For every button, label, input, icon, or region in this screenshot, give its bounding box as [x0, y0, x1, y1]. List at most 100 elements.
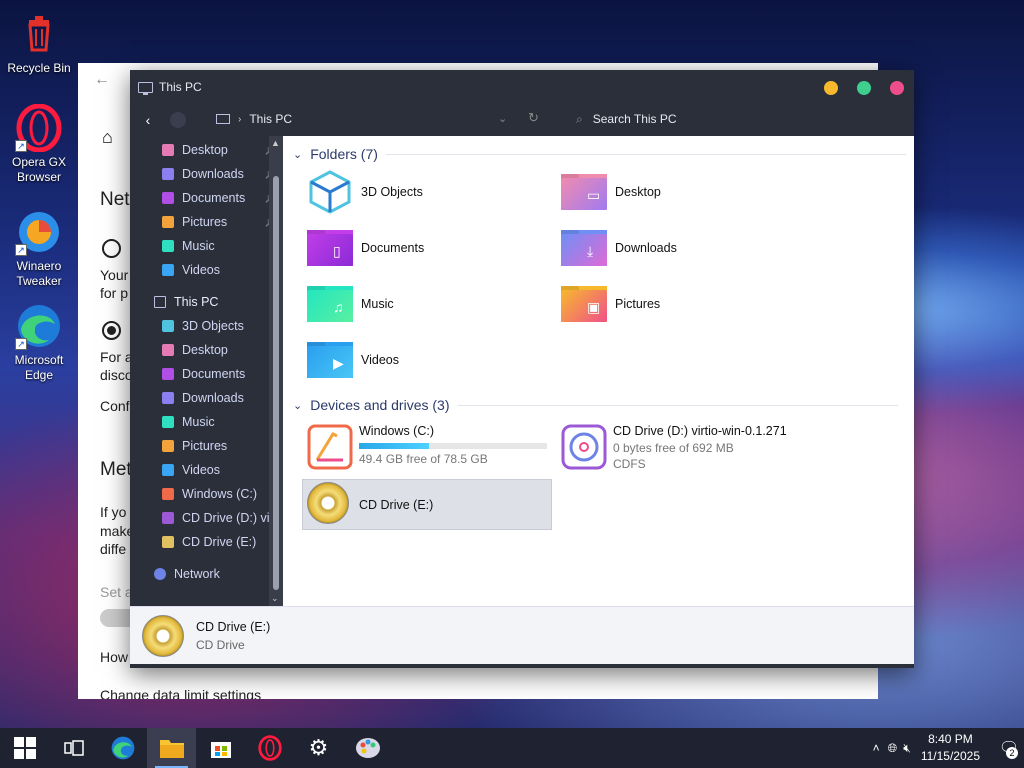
desktop-icon-winaero-tweaker[interactable]: ↗ Winaero Tweaker	[4, 208, 74, 289]
sidebar-item-videos[interactable]: Videos	[130, 258, 283, 282]
breadcrumb-item[interactable]: This PC	[249, 112, 292, 126]
drive-tile-c[interactable]: Windows (C:) 49.4 GB free of 78.5 GB	[307, 424, 547, 470]
sidebar-item-downloads[interactable]: Downloads	[130, 386, 283, 410]
store-taskbar-button[interactable]	[196, 728, 245, 768]
opera-gx-icon: ↗	[15, 103, 63, 153]
drive-tile-d[interactable]: CD Drive (D:) virtio-win-0.1.271 0 bytes…	[561, 424, 787, 471]
opera-taskbar-button[interactable]	[245, 728, 294, 768]
settings-text: for p	[100, 285, 129, 301]
sidebar-item-downloads[interactable]: Downloads📌︎	[130, 162, 283, 186]
desktop-icon-recycle-bin[interactable]: Recycle Bin	[4, 10, 74, 76]
videos-icon	[162, 264, 174, 276]
downloads-folder-icon: ⤓	[561, 230, 607, 266]
task-view-button[interactable]	[49, 728, 98, 768]
chevron-up-icon[interactable]: ˄	[873, 741, 880, 755]
scrollbar-thumb[interactable]	[273, 176, 279, 590]
refresh-icon[interactable]: ↻	[528, 110, 539, 126]
sidebar-item-pictures[interactable]: Pictures	[130, 434, 283, 458]
desktop-icon-microsoft-edge[interactable]: ↗ Microsoft Edge	[4, 302, 74, 383]
file-explorer-taskbar-button[interactable]	[147, 728, 196, 768]
settings-text: Set a	[100, 584, 133, 600]
network-icon	[154, 568, 166, 580]
pictures-folder-icon: ▣	[561, 286, 607, 322]
folder-tile-pictures[interactable]: ▣ Pictures	[561, 286, 660, 322]
sidebar-item-label: Windows (C:)	[182, 487, 258, 501]
settings-text: How	[100, 649, 129, 665]
sidebar-item-cd-drive-e-[interactable]: CD Drive (E:)	[130, 530, 283, 554]
sidebar-item-this-pc[interactable]: This PC	[130, 290, 283, 314]
sidebar-item-videos[interactable]: Videos	[130, 458, 283, 482]
sidebar-item-desktop[interactable]: Desktop📌︎	[130, 138, 283, 162]
folder-tile-downloads[interactable]: ⤓ Downloads	[561, 230, 677, 266]
clock[interactable]: 8:40 PM 11/15/2025	[921, 731, 980, 765]
back-arrow-icon[interactable]: ←	[94, 71, 110, 89]
close-button[interactable]	[890, 81, 904, 95]
sidebar-item-label: Downloads	[182, 167, 244, 181]
drives-group-header[interactable]: ⌄ Devices and drives (3)	[293, 397, 898, 413]
details-name: CD Drive (E:)	[196, 619, 271, 634]
sidebar-item-3d-objects[interactable]: 3D Objects	[130, 314, 283, 338]
change-data-limit-link[interactable]: Change data limit settings	[100, 687, 261, 699]
downloads-icon	[162, 168, 174, 180]
chevron-down-icon[interactable]: ⌄	[498, 112, 507, 125]
network-globe-icon[interactable]: 🌐︎	[888, 741, 898, 756]
navigation-pane: Desktop📌︎Downloads📌︎Documents📌︎Pictures📌…	[130, 136, 283, 606]
folder-icon	[159, 740, 184, 758]
sidebar-scrollbar[interactable]: ▲ ⌄	[269, 136, 283, 606]
sidebar-item-label: This PC	[174, 295, 219, 309]
breadcrumb[interactable]: › This PC	[216, 112, 292, 126]
folder-tile-desktop[interactable]: ▭ Desktop	[561, 174, 661, 210]
back-button[interactable]: ‹	[138, 112, 158, 128]
minimize-button[interactable]	[824, 81, 838, 95]
forward-button[interactable]	[170, 112, 186, 128]
group-title: Folders (7)	[310, 146, 378, 162]
sidebar-item-network[interactable]: Network	[130, 562, 283, 586]
search-input[interactable]: Search This PC	[593, 112, 677, 127]
sidebar-item-cd-drive-d-virtio-win-0-1-271[interactable]: CD Drive (D:) virtio-win-0.1.271	[130, 506, 283, 530]
drive-tile-e[interactable]: CD Drive (E:)	[307, 482, 433, 528]
shortcut-arrow-icon: ↗	[15, 140, 27, 152]
notification-count: 2	[1006, 747, 1018, 759]
sidebar-item-pictures[interactable]: Pictures📌︎	[130, 210, 283, 234]
recycle-bin-icon	[15, 10, 63, 58]
sidebar-item-windows-c-[interactable]: Windows (C:)	[130, 482, 283, 506]
sidebar-item-label: Music	[182, 415, 215, 429]
sidebar-item-documents[interactable]: Documents📌︎	[130, 186, 283, 210]
sidebar-item-label: Pictures	[182, 215, 228, 229]
search-icon: ⌕	[576, 112, 583, 126]
drive-name: CD Drive (D:) virtio-win-0.1.271	[613, 424, 787, 438]
desktop-icon-label: Microsoft Edge	[14, 353, 64, 382]
folder-tile-videos[interactable]: ▶ Videos	[307, 342, 399, 378]
home-icon[interactable]: ⌂	[102, 127, 113, 148]
radio-option-1[interactable]	[102, 239, 121, 258]
volume-muted-icon[interactable]: 🔇︎	[903, 741, 911, 756]
sidebar-item-music[interactable]: Music	[130, 234, 283, 258]
sidebar-item-music[interactable]: Music	[130, 410, 283, 434]
scroll-up-icon[interactable]: ▲	[271, 138, 280, 148]
settings-taskbar-button[interactable]: ⚙	[294, 728, 343, 768]
paint-taskbar-button[interactable]	[343, 728, 392, 768]
desktop-icon-opera-gx[interactable]: ↗ Opera GX Browser	[4, 103, 74, 185]
this-pc-icon	[216, 114, 230, 124]
folder-tile-3d-objects[interactable]: 3D Objects	[307, 170, 423, 214]
sidebar-item-documents[interactable]: Documents	[130, 362, 283, 386]
scroll-down-icon[interactable]: ⌄	[271, 593, 279, 604]
chevron-down-icon: ⌄	[293, 148, 303, 161]
edge-taskbar-button[interactable]	[98, 728, 147, 768]
radio-option-2[interactable]	[102, 321, 121, 340]
maximize-button[interactable]	[857, 81, 871, 95]
divider	[457, 404, 898, 406]
search-box[interactable]: ⌕ Search This PC	[576, 112, 677, 127]
title-bar[interactable]: This PC	[130, 70, 914, 104]
task-view-icon	[63, 740, 84, 756]
chevron-down-icon: ⌄	[293, 399, 303, 412]
folder-label: Desktop	[615, 185, 661, 199]
notification-center-button[interactable]: 🗨︎ 2	[994, 728, 1024, 768]
settings-link[interactable]: Conf	[100, 398, 130, 414]
folder-tile-music[interactable]: ♫ Music	[307, 286, 394, 322]
documents-folder-icon: ▯	[307, 230, 353, 266]
sidebar-item-desktop[interactable]: Desktop	[130, 338, 283, 362]
folder-tile-documents[interactable]: ▯ Documents	[307, 230, 424, 266]
folders-group-header[interactable]: ⌄ Folders (7)	[293, 146, 906, 162]
start-button[interactable]	[0, 728, 49, 768]
